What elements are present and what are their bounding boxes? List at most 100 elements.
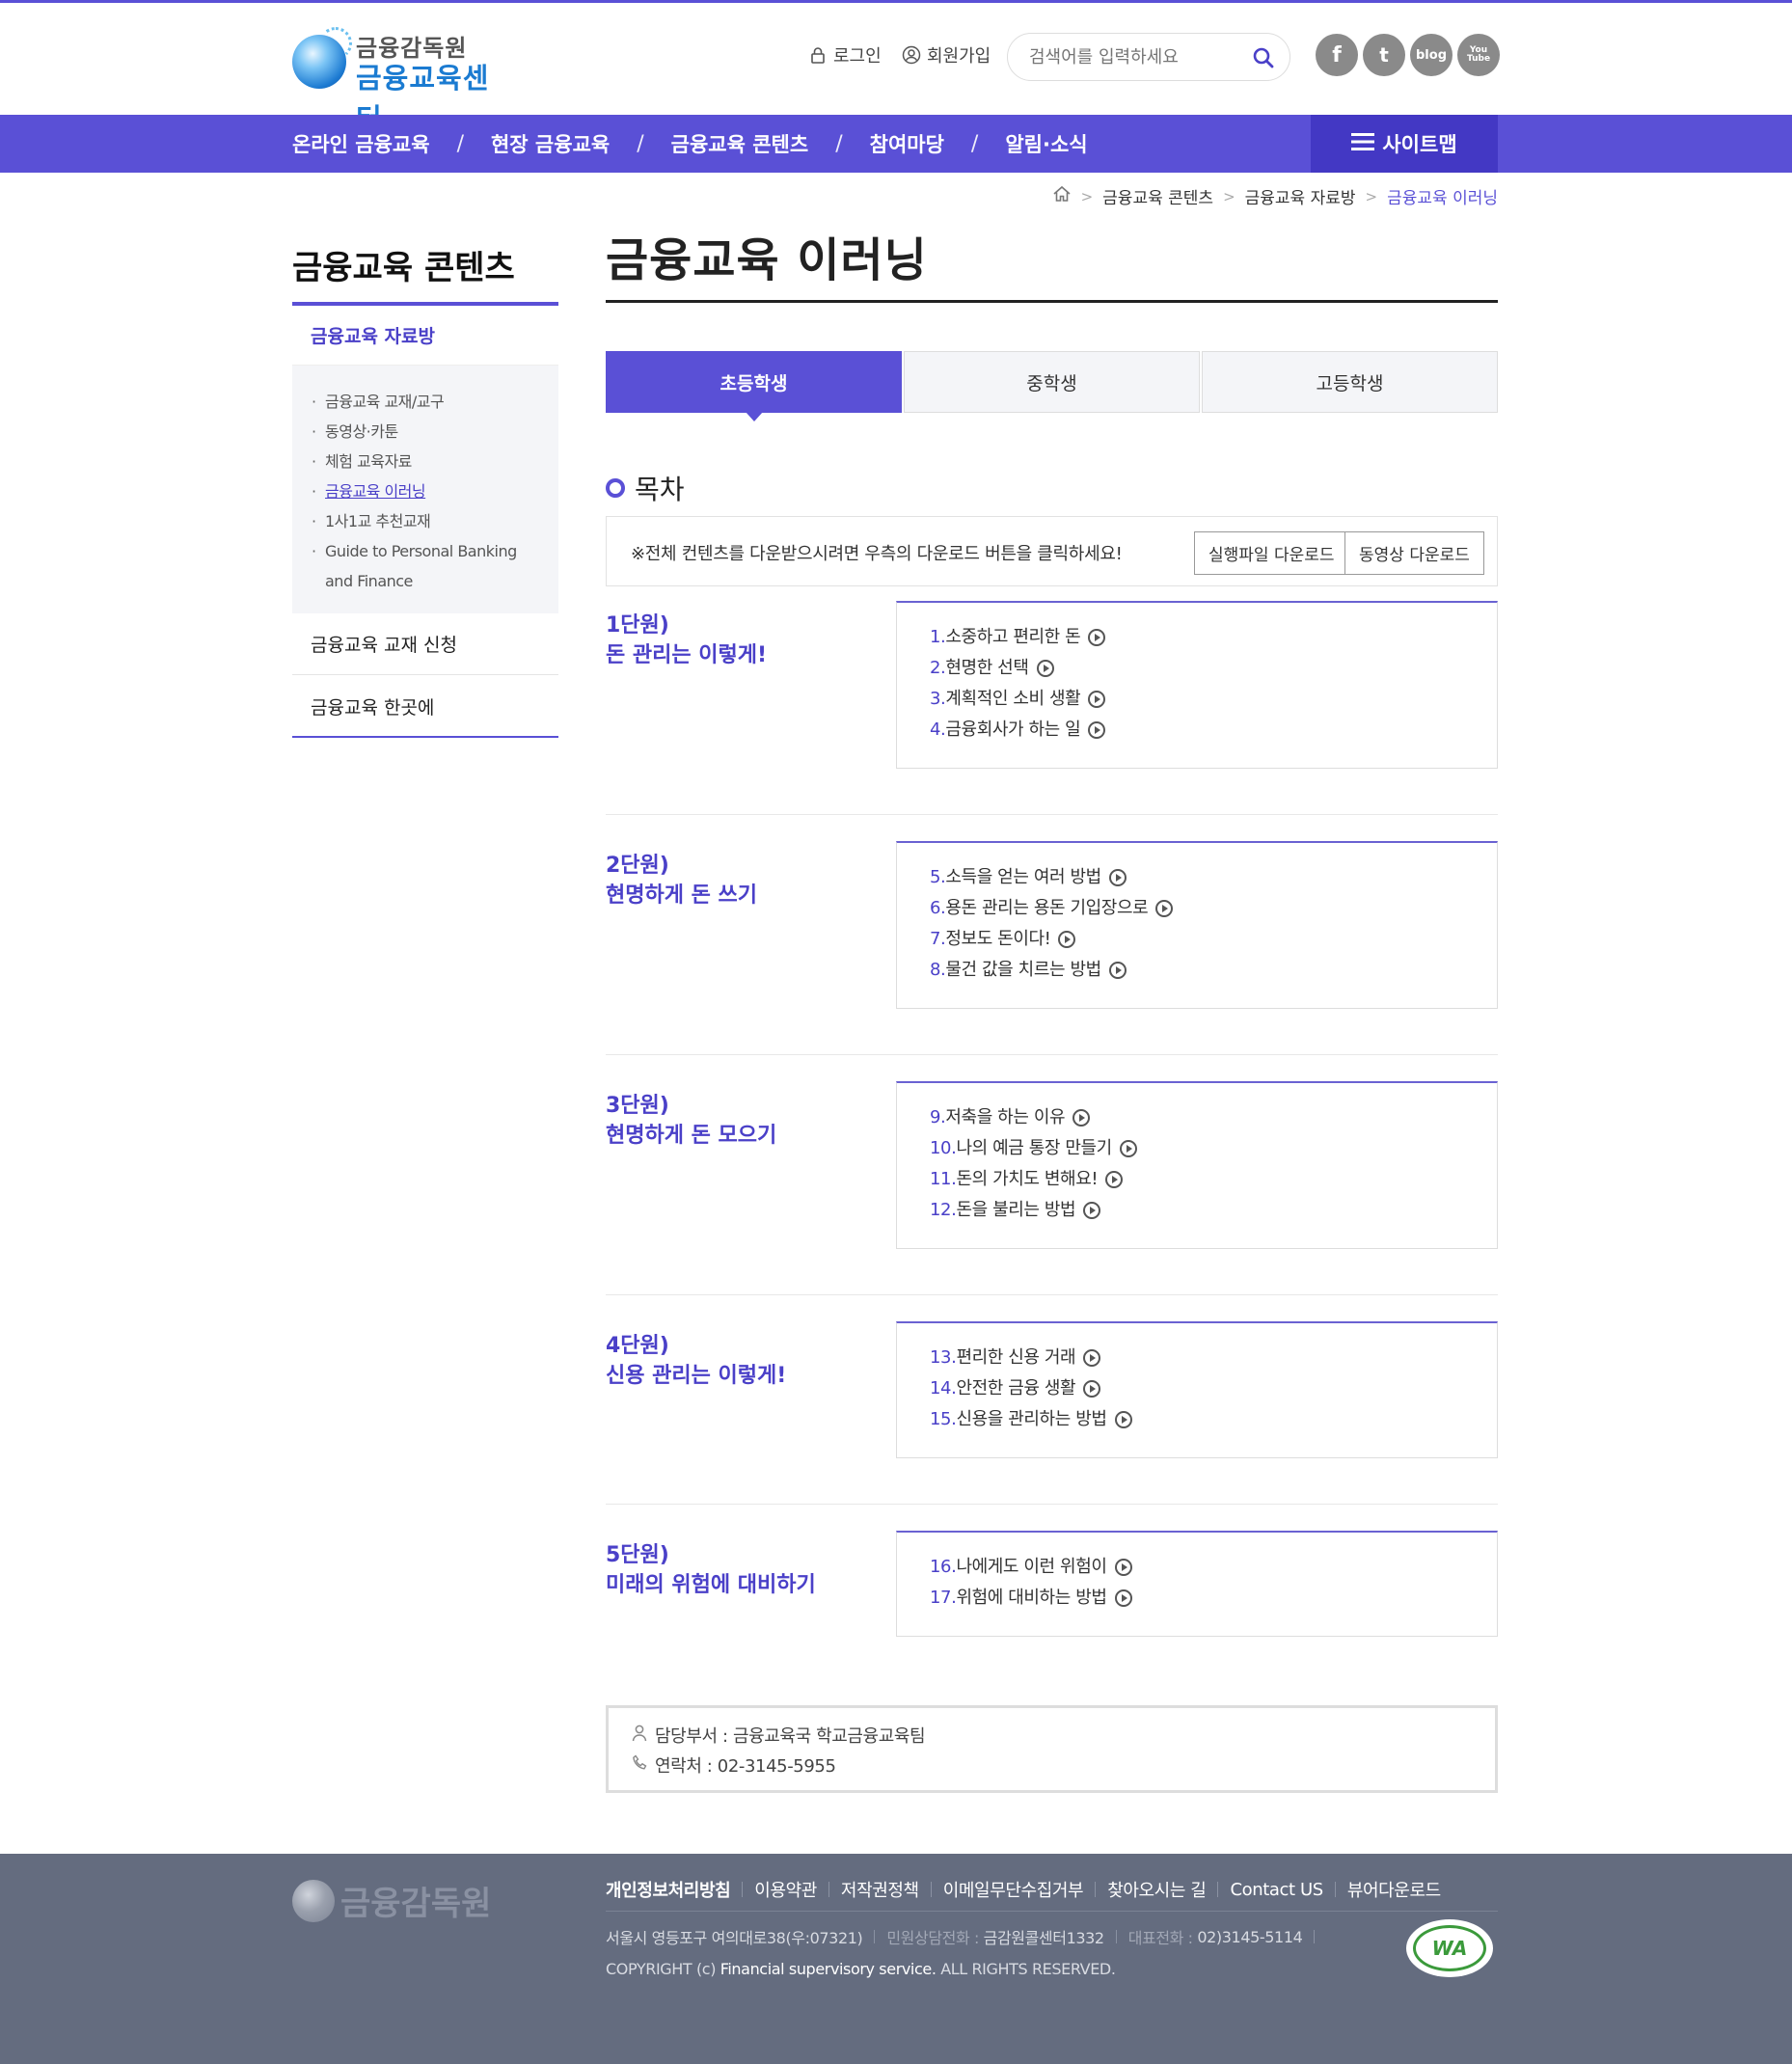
lesson-list: 5.소득을 얻는 여러 방법 6.용돈 관리는 용돈 기입장으로 7.정보도 돈… <box>896 841 1498 1009</box>
contact-dept: 담당부서 : 금융교육국 학교금융교육팀 <box>655 1726 926 1747</box>
lnb-sub-item[interactable]: 동영상·카툰 <box>312 417 558 447</box>
footer-call-label: 민원상담전화 : <box>886 1929 979 1947</box>
play-icon[interactable] <box>1072 1109 1091 1127</box>
contact-phone: 연락처 : 02-3145-5955 <box>655 1756 836 1777</box>
lnb-sub-item[interactable]: 금융교육 교재/교구 <box>312 387 558 417</box>
sitemap-button[interactable]: 사이트맵 <box>1311 115 1498 173</box>
lnb-item-all-in-one[interactable]: 금융교육 한곳에 <box>292 675 558 737</box>
play-icon[interactable] <box>1058 931 1076 948</box>
lesson-item[interactable]: 10.나의 예금 통장 만들기 <box>930 1133 1497 1164</box>
lesson-item[interactable]: 16.나에게도 이런 위험이 <box>930 1552 1497 1583</box>
footer-link-copyright[interactable]: 저작권정책 <box>841 1877 919 1902</box>
twitter-icon[interactable]: t <box>1363 34 1405 76</box>
lesson-item[interactable]: 11.돈의 가치도 변해요! <box>930 1164 1497 1195</box>
footer-link-viewer[interactable]: 뷰어다운로드 <box>1347 1877 1441 1902</box>
site-logo[interactable]: 금융감독원 금융교육센터 <box>292 27 514 135</box>
lesson-title: 물건 값을 치르는 방법 <box>945 960 1101 980</box>
facebook-icon[interactable]: f <box>1316 34 1358 76</box>
chevron-right-icon: > <box>1080 187 1094 205</box>
lnb-submenu: 금융교육 교재/교구 동영상·카툰 체험 교육자료 금융교육 이러닝 1사1교 … <box>292 366 558 613</box>
join-label: 회원가입 <box>927 46 991 67</box>
play-icon[interactable] <box>1083 1349 1101 1367</box>
breadcrumb-item[interactable]: 금융교육 콘텐츠 <box>1102 184 1213 208</box>
footer-link-contact[interactable]: Contact US <box>1230 1880 1323 1900</box>
unit-name: 돈 관리는 이렇게! <box>606 643 768 667</box>
search-input[interactable] <box>1027 43 1239 70</box>
footer-link-email-policy[interactable]: 이메일무단수집거부 <box>943 1877 1084 1902</box>
gnb-news[interactable]: 알림·소식 <box>1005 129 1087 158</box>
gnb-field-education[interactable]: 현장 금융교육 <box>491 129 610 158</box>
lesson-item[interactable]: 8.물건 값을 치르는 방법 <box>930 955 1497 986</box>
grade-tabs: 초등학생 중학생 고등학생 <box>606 351 1498 421</box>
unit-label: 2단원) <box>606 854 669 878</box>
gnb-participation[interactable]: 참여마당 <box>870 129 944 158</box>
lesson-item[interactable]: 13.편리한 신용 거래 <box>930 1343 1497 1373</box>
blog-icon[interactable]: blog <box>1410 34 1453 76</box>
lnb-sub-item-active[interactable]: 금융교육 이러닝 <box>312 476 558 506</box>
footer-rep-label: 대표전화 : <box>1127 1929 1193 1947</box>
copyright-org: Financial supervisory service. <box>720 1960 937 1978</box>
lnb-sub-item[interactable]: 1사1교 추천교재 <box>312 506 558 536</box>
play-icon[interactable] <box>1088 691 1106 708</box>
login-link[interactable]: 로그인 <box>808 42 882 68</box>
lesson-title: 나의 예금 통장 만들기 <box>956 1138 1112 1158</box>
play-icon[interactable] <box>1036 660 1054 677</box>
tab-middle[interactable]: 중학생 <box>904 351 1200 413</box>
lesson-item[interactable]: 6.용돈 관리는 용돈 기입장으로 <box>930 893 1497 924</box>
video-download-button[interactable]: 동영상 다운로드 <box>1344 531 1484 575</box>
lnb-bottom-line <box>292 736 558 738</box>
unit-divider <box>606 814 1498 815</box>
play-icon[interactable] <box>1119 1140 1137 1157</box>
lesson-item[interactable]: 3.계획적인 소비 생활 <box>930 684 1497 715</box>
lesson-item[interactable]: 17.위험에 대비하는 방법 <box>930 1583 1497 1614</box>
lesson-number: 16. <box>930 1557 957 1577</box>
breadcrumb-current: 금융교육 이러닝 <box>1387 189 1498 208</box>
play-icon[interactable] <box>1114 1589 1132 1607</box>
lesson-item[interactable]: 1.소중하고 편리한 돈 <box>930 622 1497 653</box>
exe-download-button[interactable]: 실행파일 다운로드 <box>1194 531 1349 575</box>
tab-high[interactable]: 고등학생 <box>1202 351 1498 413</box>
breadcrumb-item[interactable]: 금융교육 자료방 <box>1245 184 1356 208</box>
lesson-number: 12. <box>930 1200 957 1220</box>
footer-link-terms[interactable]: 이용약관 <box>754 1877 817 1902</box>
footer-call-value: 금감원콜센터1332 <box>983 1929 1104 1947</box>
toc-heading-label: 목차 <box>635 474 685 505</box>
lesson-item[interactable]: 2.현명한 선택 <box>930 653 1497 684</box>
footer-link-privacy[interactable]: 개인정보처리방침 <box>606 1877 731 1902</box>
footer-link-directions[interactable]: 찾아오시는 길 <box>1107 1877 1207 1902</box>
lesson-item[interactable]: 9.저축을 하는 이유 <box>930 1102 1497 1133</box>
play-icon[interactable] <box>1083 1380 1101 1398</box>
play-icon[interactable] <box>1083 1202 1101 1219</box>
lnb-sub-item[interactable]: 체험 교육자료 <box>312 447 558 476</box>
unit-divider <box>606 1294 1498 1295</box>
play-icon[interactable] <box>1155 900 1174 917</box>
lnb-item-request[interactable]: 금융교육 교재 신청 <box>292 613 558 675</box>
lesson-item[interactable]: 4.금융회사가 하는 일 <box>930 715 1497 746</box>
lesson-item[interactable]: 15.신용을 관리하는 방법 <box>930 1404 1497 1435</box>
lesson-title: 신용을 관리하는 방법 <box>956 1409 1107 1429</box>
gnb-online-education[interactable]: 온라인 금융교육 <box>292 129 430 158</box>
play-icon[interactable] <box>1114 1559 1132 1576</box>
lesson-item[interactable]: 7.정보도 돈이다! <box>930 924 1497 955</box>
youtube-icon[interactable]: You Tube <box>1457 34 1500 76</box>
play-icon[interactable] <box>1088 629 1106 646</box>
play-icon[interactable] <box>1088 721 1106 739</box>
lnb-sub-item[interactable]: Guide to Personal Banking and Finance <box>312 536 543 596</box>
separator <box>1334 1882 1336 1897</box>
lesson-item[interactable]: 5.소득을 얻는 여러 방법 <box>930 862 1497 893</box>
gnb-education-contents[interactable]: 금융교육 콘텐츠 <box>671 129 809 158</box>
title-underline <box>606 300 1498 303</box>
play-icon[interactable] <box>1114 1411 1132 1428</box>
lesson-number: 8. <box>930 960 946 980</box>
lesson-item[interactable]: 12.돈을 불리는 방법 <box>930 1195 1497 1226</box>
play-icon[interactable] <box>1105 1171 1124 1188</box>
lesson-item[interactable]: 14.안전한 금융 생활 <box>930 1373 1497 1404</box>
tab-elementary[interactable]: 초등학생 <box>606 351 902 421</box>
lnb-item-resources[interactable]: 금융교육 자료방 <box>292 306 558 366</box>
notice-text: ※전체 컨텐츠를 다운받으시려면 우측의 다운로드 버튼을 클릭하세요! <box>631 544 1123 564</box>
join-link[interactable]: 회원가입 <box>902 42 991 68</box>
play-icon[interactable] <box>1108 869 1127 886</box>
search-icon[interactable] <box>1251 45 1276 70</box>
home-icon[interactable] <box>1052 185 1072 207</box>
play-icon[interactable] <box>1108 962 1127 979</box>
